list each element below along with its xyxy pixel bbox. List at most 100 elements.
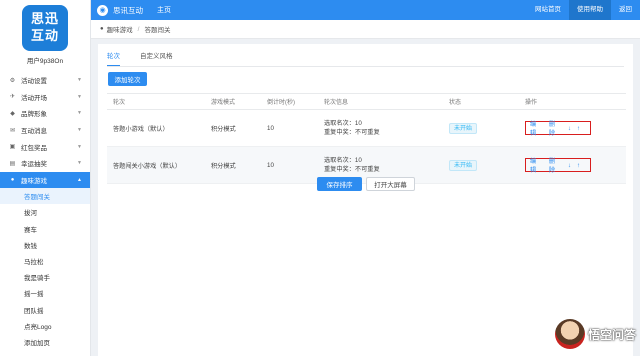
breadcrumb-separator: / (137, 25, 140, 33)
countdown-seconds: 10 (261, 109, 318, 147)
actions-cell: 编辑 删除 ↓ ↑ (519, 109, 626, 147)
breadcrumb-current: 答题闯关 (144, 27, 171, 34)
game-mode: 积分模式 (205, 146, 261, 184)
sidebar-subitem-racing[interactable]: 赛车 (0, 221, 90, 237)
home-link[interactable]: 主页 (157, 5, 171, 15)
tab-rounds[interactable]: 轮次 (107, 50, 120, 66)
rounds-table: 轮次 游戏模式 倒计时(秒) 轮次信息 状态 操作 答题小游戏（默认） 积分模式… (107, 93, 626, 184)
sidebar-item-label: 趣味游戏 (21, 177, 47, 185)
save-order-button[interactable]: 保存排序 (317, 177, 362, 191)
chevron-down-icon: ▼ (77, 160, 82, 167)
sidebar-item-interactive-messages[interactable]: ✉ 互动消息 ▼ (0, 122, 90, 139)
status-cell: 未开始 (443, 146, 519, 184)
tab-bar: 轮次 自定义风格 (107, 50, 193, 66)
countdown-seconds: 10 (261, 146, 318, 184)
info-repeat-win: 重复中奖：不可重复 (324, 166, 380, 173)
edit-link[interactable]: 编辑 (530, 156, 542, 174)
column-header-status: 状态 (443, 93, 519, 110)
logo-area: 思迅 互动 (0, 0, 90, 56)
username: 用户9p38On (26, 58, 64, 65)
column-header-countdown: 倒计时(秒) (261, 93, 318, 110)
game-icon: ● (100, 26, 104, 32)
open-big-screen-button[interactable]: 打开大屏幕 (366, 177, 415, 191)
move-up-icon[interactable]: ↑ (577, 162, 580, 169)
game-mode: 积分模式 (205, 109, 261, 147)
sidebar-item-red-packets[interactable]: ▣ 红包奖品 ▼ (0, 138, 90, 155)
send-icon: ✈ (9, 94, 16, 101)
status-badge: 未开始 (449, 159, 478, 171)
help-link[interactable]: 使用帮助 (569, 0, 611, 20)
watermark-avatar (554, 319, 585, 349)
table-row: 答题小游戏（默认） 积分模式 10 选取名次：10 重复中奖：不可重复 未开始 … (107, 109, 626, 147)
sidebar-subitem-light-logo[interactable]: 点亮Logo (0, 318, 90, 334)
sidebar-subitem-tug-of-war[interactable]: 拔河 (0, 204, 90, 220)
watermark-text: 悟空问答 (587, 327, 636, 342)
round-name: 答题闯关小游戏（默认） (107, 146, 205, 184)
chevron-down-icon: ▼ (77, 127, 82, 134)
tab-custom-style[interactable]: 自定义风格 (140, 50, 173, 66)
chevron-down-icon: ▼ (77, 110, 82, 117)
column-header-actions: 操作 (519, 93, 626, 110)
sidebar-subitem-add-page[interactable]: 添加加页 (0, 334, 90, 350)
sidebar-item-activity-settings[interactable]: ⚙ 活动设置 ▼ (0, 72, 90, 89)
sidebar-subitem-team-shake[interactable]: 团队摇 (0, 301, 90, 317)
info-repeat-win: 重复中奖：不可重复 (324, 129, 380, 136)
brand-name: 思讯互动 (113, 5, 143, 15)
actions-highlight-box: 编辑 删除 ↓ ↑ (525, 156, 591, 174)
delete-link[interactable]: 删除 (549, 156, 561, 174)
breadcrumb: ● 趣味游戏 / 答题闯关 (91, 20, 640, 39)
round-info: 选取名次：10 重复中奖：不可重复 (318, 109, 443, 147)
sidebar-subitem-rider[interactable]: 我是骑手 (0, 269, 90, 285)
gear-icon: ⚙ (9, 77, 16, 84)
logo[interactable]: 思迅 互动 (22, 5, 68, 51)
sidebar-menu: ⚙ 活动设置 ▼ ✈ 活动开场 ▼ ◆ 品牌形象 ▼ ✉ 互动消息 ▼ ▣ 红包… (0, 72, 90, 350)
sidebar-subitem-count-money[interactable]: 数钱 (0, 237, 90, 253)
sidebar: 思迅 互动 用户9p38On ⚙ 活动设置 ▼ ✈ 活动开场 ▼ ◆ 品牌形象 … (0, 0, 91, 356)
chevron-up-icon: ▲ (77, 176, 82, 183)
chevron-down-icon: ▼ (77, 93, 82, 100)
logo-line-1: 思迅 (30, 12, 59, 27)
sidebar-item-label: 幸运抽奖 (21, 161, 47, 169)
sidebar-item-lucky-draw[interactable]: ▤ 幸运抽奖 ▼ (0, 155, 90, 172)
add-round-button[interactable]: 添加轮次 (108, 72, 147, 86)
brand-logo-icon: ◉ (97, 4, 108, 16)
game-icon: ● (10, 176, 15, 183)
message-icon: ✉ (9, 127, 16, 134)
sidebar-item-fun-games[interactable]: ● 趣味游戏 ▲ (0, 171, 90, 189)
main-panel: 轮次 自定义风格 添加轮次 轮次 游戏模式 倒计时(秒) 轮次信息 状态 操作 … (98, 44, 633, 356)
back-link[interactable]: 返回 (611, 0, 640, 20)
breadcrumb-root[interactable]: 趣味游戏 (107, 24, 133, 34)
sidebar-item-label: 互动消息 (21, 128, 47, 136)
column-header-mode: 游戏模式 (205, 93, 261, 110)
sidebar-item-label: 活动开场 (21, 94, 47, 102)
table-header-row: 轮次 游戏模式 倒计时(秒) 轮次信息 状态 操作 (107, 93, 626, 110)
lottery-icon: ▤ (9, 160, 16, 167)
status-badge: 未开始 (449, 122, 478, 134)
move-up-icon[interactable]: ↑ (577, 125, 580, 132)
brand[interactable]: ◉ 思讯互动 (97, 4, 143, 16)
status-cell: 未开始 (443, 109, 519, 147)
gift-icon: ▣ (9, 144, 16, 151)
chevron-down-icon: ▼ (77, 77, 82, 84)
move-down-icon[interactable]: ↓ (568, 125, 571, 132)
sidebar-item-label: 活动设置 (21, 78, 47, 86)
delete-link[interactable]: 删除 (549, 119, 561, 137)
brand-icon: ◆ (10, 110, 15, 117)
sidebar-subitem-marathon[interactable]: 马拉松 (0, 253, 90, 269)
sidebar-item-brand-image[interactable]: ◆ 品牌形象 ▼ (0, 105, 90, 122)
website-home-link[interactable]: 网站首页 (527, 0, 569, 20)
sidebar-item-activity-opening[interactable]: ✈ 活动开场 ▼ (0, 89, 90, 106)
edit-link[interactable]: 编辑 (530, 119, 542, 137)
move-down-icon[interactable]: ↓ (568, 162, 571, 169)
actions-highlight-box: 编辑 删除 ↓ ↑ (525, 119, 591, 137)
round-name: 答题小游戏（默认） (107, 109, 205, 147)
info-rank-count: 选取名次：10 (324, 120, 362, 127)
sidebar-subitem-shake[interactable]: 摇一摇 (0, 285, 90, 301)
column-header-info: 轮次信息 (318, 93, 443, 110)
tab-divider (107, 66, 624, 67)
logo-line-2: 互动 (30, 29, 59, 44)
sidebar-subitem-quiz[interactable]: 答题闯关 (0, 188, 90, 205)
top-links: 网站首页 使用帮助 返回 (527, 0, 640, 20)
info-rank-count: 选取名次：10 (324, 157, 362, 164)
sidebar-item-label: 红包奖品 (21, 144, 47, 152)
